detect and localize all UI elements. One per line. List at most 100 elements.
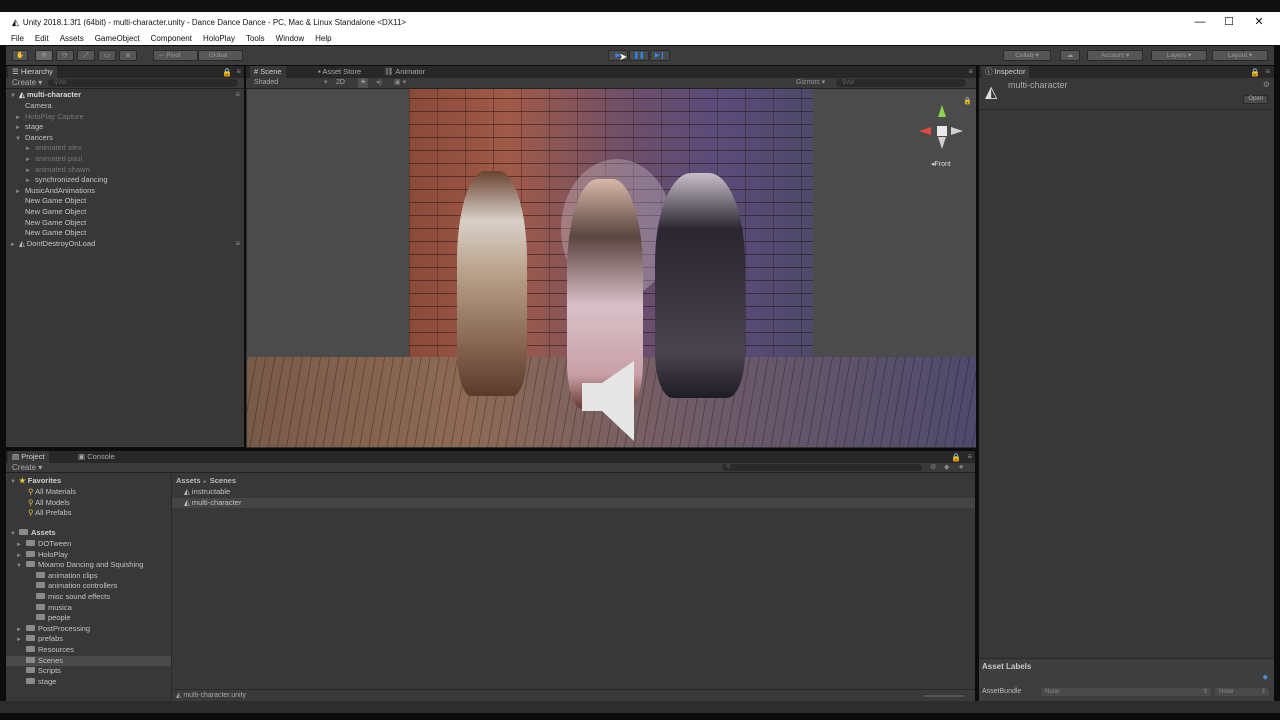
scene-viewport[interactable]: ◂Front 🔒 bbox=[247, 89, 976, 447]
rotate-tool-button[interactable]: ⟳ bbox=[56, 50, 74, 61]
expand-arrow-icon[interactable]: ► bbox=[15, 123, 22, 133]
step-button[interactable]: ▶❙ bbox=[650, 50, 670, 61]
maximize-icon[interactable]: ☐ bbox=[1214, 12, 1244, 32]
file-row-instructable[interactable]: ◭ instructable bbox=[172, 487, 975, 497]
lock-icon[interactable]: 🔒 bbox=[951, 453, 961, 462]
panel-menu-icon[interactable]: ≡ bbox=[967, 452, 972, 461]
search-by-label-icon[interactable]: ◆ bbox=[944, 463, 949, 471]
hand-tool-button[interactable]: ✋ bbox=[12, 50, 28, 61]
project-search-input[interactable]: ⚲ bbox=[722, 464, 922, 471]
pivot-toggle[interactable]: ⇔ Pivot bbox=[153, 50, 198, 61]
hierarchy-item[interactable]: New Game Object bbox=[15, 218, 86, 228]
expand-arrow-icon[interactable]: ▼ bbox=[16, 561, 23, 571]
hierarchy-item[interactable]: ► animated shawn bbox=[25, 165, 90, 175]
hierarchy-item[interactable]: ► synchronized dancing bbox=[25, 175, 108, 185]
tab-hierarchy[interactable]: ☰ Hierarchy bbox=[8, 66, 57, 78]
star-icon[interactable]: ★ bbox=[958, 463, 964, 471]
tab-project[interactable]: ▤ Project bbox=[8, 451, 49, 463]
scene-root-item[interactable]: ▼ ◭ multi-character bbox=[10, 90, 81, 100]
menu-edit[interactable]: Edit bbox=[35, 34, 49, 43]
icon-size-slider[interactable] bbox=[924, 695, 964, 697]
menu-component[interactable]: Component bbox=[151, 34, 192, 43]
expand-arrow-icon[interactable]: ► bbox=[25, 155, 32, 165]
menu-tools[interactable]: Tools bbox=[246, 34, 265, 43]
menu-file[interactable]: File bbox=[11, 34, 24, 43]
expand-arrow-icon[interactable]: ► bbox=[16, 551, 23, 561]
expand-arrow-icon[interactable]: ► bbox=[25, 144, 32, 154]
assets-header[interactable]: ▼ Assets bbox=[10, 528, 56, 538]
dontdestroy-item[interactable]: ► ◭ DontDestroyOnLoad bbox=[10, 239, 95, 249]
tag-icon[interactable]: ◆ bbox=[1263, 673, 1268, 681]
hierarchy-item[interactable]: ► MusicAndAnimations bbox=[15, 186, 95, 196]
menu-gameobject[interactable]: GameObject bbox=[95, 34, 140, 43]
project-folder-item[interactable]: musica bbox=[6, 603, 171, 613]
hierarchy-item[interactable]: ► animated paul bbox=[25, 154, 82, 164]
lock-icon[interactable]: 🔒 bbox=[222, 68, 232, 77]
lighting-toggle[interactable]: ☀ bbox=[358, 78, 369, 88]
panel-menu-icon[interactable]: ≡ bbox=[968, 67, 973, 76]
orientation-gizmo[interactable]: ◂Front 🔒 bbox=[907, 97, 972, 168]
rect-tool-button[interactable]: ▭ bbox=[98, 50, 116, 61]
project-folder-item[interactable]: Scenes bbox=[6, 655, 171, 666]
expand-arrow-icon[interactable]: ► bbox=[16, 540, 23, 550]
breadcrumb-scenes[interactable]: Scenes bbox=[210, 476, 236, 485]
project-folder-item[interactable]: stage bbox=[6, 677, 171, 687]
hierarchy-item[interactable]: ▼ Dancers bbox=[15, 133, 53, 143]
scene-menu-icon[interactable]: ≡ bbox=[235, 90, 240, 99]
dontdestroy-menu-icon[interactable]: ≡ bbox=[235, 239, 240, 248]
project-folder-item[interactable]: Scripts bbox=[6, 666, 171, 676]
search-by-type-icon[interactable]: ⚙ bbox=[930, 463, 936, 471]
hierarchy-create-button[interactable]: Create ▾ bbox=[12, 78, 42, 88]
hierarchy-item[interactable]: New Game Object bbox=[15, 207, 86, 217]
expand-arrow-icon[interactable]: ► bbox=[25, 176, 32, 186]
tab-scene[interactable]: # Scene bbox=[250, 66, 286, 78]
hierarchy-item[interactable]: ► stage bbox=[15, 122, 43, 132]
hierarchy-item[interactable]: New Game Object bbox=[15, 196, 86, 206]
shading-dropdown[interactable]: Shaded bbox=[254, 78, 278, 88]
variant-dropdown[interactable]: None ⇕ bbox=[1215, 688, 1269, 696]
global-toggle[interactable]: ◌ Global bbox=[198, 50, 243, 61]
project-folder-item[interactable]: misc sound effects bbox=[6, 592, 171, 602]
expand-arrow-icon[interactable]: ▼ bbox=[15, 134, 22, 144]
project-folder-item[interactable]: ► HoloPlay bbox=[6, 550, 171, 560]
project-folder-item[interactable]: animation controllers bbox=[6, 581, 171, 591]
layout-dropdown[interactable]: Layout ▾ bbox=[1212, 50, 1268, 61]
project-folder-item[interactable]: ► DOTween bbox=[6, 539, 171, 549]
hierarchy-item[interactable]: ► animated alex bbox=[25, 143, 82, 153]
gizmo-lock-icon[interactable]: 🔒 bbox=[963, 97, 972, 105]
project-folder-item[interactable]: people bbox=[6, 613, 171, 623]
expand-arrow-icon[interactable]: ► bbox=[15, 113, 22, 123]
scene-search-input[interactable]: ⚲All bbox=[836, 79, 966, 87]
assetbundle-dropdown[interactable]: None ⇕ bbox=[1041, 688, 1211, 696]
tab-inspector[interactable]: ⓘ Inspector bbox=[981, 66, 1030, 78]
breadcrumb-assets[interactable]: Assets bbox=[176, 476, 201, 485]
project-folder-item[interactable]: Resources bbox=[6, 645, 171, 655]
favorite-item[interactable]: ⚲ All Materials bbox=[28, 487, 76, 497]
favorite-item[interactable]: ⚲ All Prefabs bbox=[28, 508, 71, 518]
mode-2d-button[interactable]: 2D bbox=[336, 78, 345, 88]
project-folder-item[interactable]: ▼ Mixamo Dancing and Squishing bbox=[6, 560, 171, 570]
panel-menu-icon[interactable]: ≡ bbox=[236, 67, 241, 76]
panel-menu-icon[interactable]: ≡ bbox=[1265, 67, 1270, 76]
menu-help[interactable]: Help bbox=[315, 34, 331, 43]
cloud-button[interactable]: ☁ bbox=[1060, 50, 1080, 61]
expand-arrow-icon[interactable]: ► bbox=[25, 166, 32, 176]
project-folder-item[interactable]: ► prefabs bbox=[6, 634, 171, 644]
menu-holoplay[interactable]: HoloPlay bbox=[203, 34, 235, 43]
pause-button[interactable]: ❚❚ bbox=[629, 50, 649, 61]
tab-console[interactable]: ▣ Console bbox=[74, 451, 119, 463]
effects-toggle[interactable]: ▣ ▾ bbox=[394, 78, 406, 88]
minimize-icon[interactable]: — bbox=[1185, 12, 1215, 32]
menu-assets[interactable]: Assets bbox=[60, 34, 84, 43]
gizmos-dropdown[interactable]: Gizmos ▾ bbox=[796, 78, 825, 88]
favorite-item[interactable]: ⚲ All Models bbox=[28, 498, 70, 508]
project-folder-item[interactable]: ► PostProcessing bbox=[6, 624, 171, 634]
transform-tool-button[interactable]: ⊕ bbox=[119, 50, 137, 61]
favorites-header[interactable]: ▼ ★ Favorites bbox=[10, 476, 61, 486]
close-icon[interactable]: ✕ bbox=[1244, 12, 1274, 32]
project-folder-item[interactable]: animation clips bbox=[6, 571, 171, 581]
collab-dropdown[interactable]: Collab ▾ bbox=[1003, 50, 1051, 61]
project-create-button[interactable]: Create ▾ bbox=[12, 463, 42, 473]
account-dropdown[interactable]: Account ▾ bbox=[1087, 50, 1143, 61]
tab-asset-store[interactable]: ▪ Asset Store bbox=[314, 66, 365, 78]
